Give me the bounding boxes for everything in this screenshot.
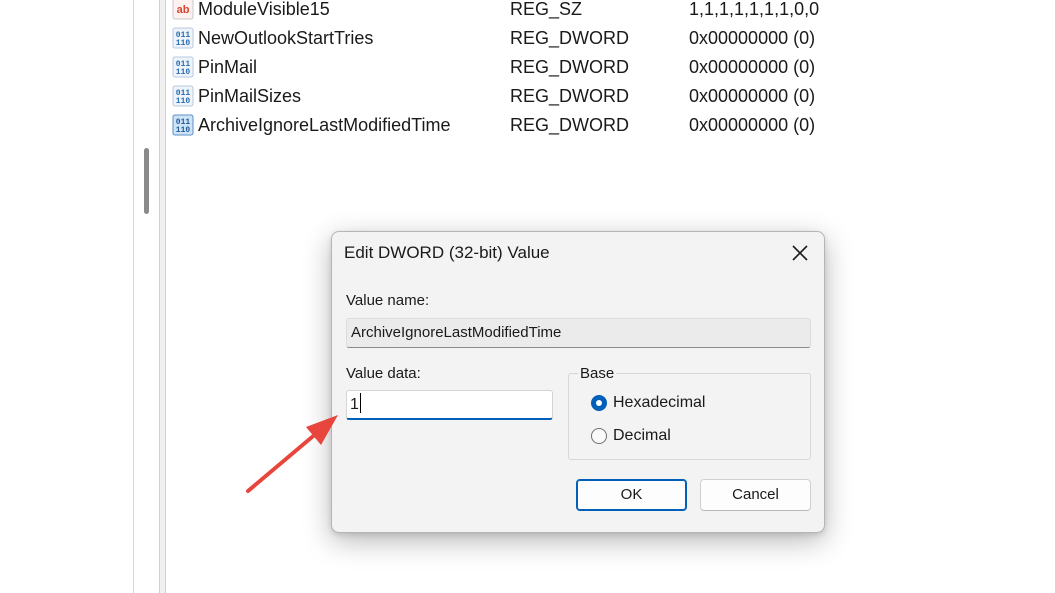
- left-gutter: [0, 0, 133, 593]
- decimal-radio[interactable]: Decimal: [591, 426, 771, 448]
- value-type: REG_DWORD: [510, 28, 630, 48]
- registry-value-row[interactable]: 011 110 PinMail REG_DWORD 0x00000000 (0): [168, 53, 1048, 81]
- value-type: REG_DWORD: [510, 115, 630, 135]
- value-type: REG_DWORD: [510, 86, 630, 106]
- registry-value-row[interactable]: 011 110 NewOutlookStartTries REG_DWORD 0…: [168, 24, 1048, 52]
- hexadecimal-radio[interactable]: Hexadecimal: [591, 393, 771, 415]
- binary-value-icon: 011 110: [172, 27, 194, 49]
- cancel-button[interactable]: Cancel: [700, 479, 811, 511]
- registry-value-row-selected[interactable]: 011 110 ArchiveIgnoreLastModifiedTime RE…: [168, 111, 1048, 139]
- close-icon[interactable]: [788, 241, 812, 265]
- tree-scrollbar-thumb[interactable]: [144, 148, 149, 214]
- decimal-label: Decimal: [613, 427, 671, 444]
- value-name-field: ArchiveIgnoreLastModifiedTime: [346, 318, 811, 348]
- value-data: 1,1,1,1,1,1,1,0,0: [689, 0, 820, 19]
- edit-dword-dialog: Edit DWORD (32-bit) Value Value name: Ar…: [331, 231, 825, 533]
- value-data: 0x00000000 (0): [689, 57, 816, 77]
- registry-value-row[interactable]: ab ModuleVisible15 REG_SZ 1,1,1,1,1,1,1,…: [168, 0, 1048, 23]
- value-name-label: Value name:: [346, 292, 430, 309]
- value-data-input[interactable]: 1: [346, 390, 553, 420]
- value-data: 0x00000000 (0): [689, 86, 816, 106]
- hexadecimal-label: Hexadecimal: [613, 394, 706, 411]
- string-value-icon: ab: [172, 0, 194, 20]
- binary-value-icon: 011 110: [172, 56, 194, 78]
- value-type: REG_DWORD: [510, 57, 630, 77]
- text-caret: [359, 393, 361, 413]
- svg-text:110: 110: [176, 126, 191, 135]
- value-data: 0x00000000 (0): [689, 115, 816, 135]
- value-name: ModuleVisible15: [198, 0, 330, 19]
- value-name: NewOutlookStartTries: [198, 28, 374, 48]
- pane-splitter[interactable]: [159, 0, 166, 593]
- value-name: PinMailSizes: [198, 86, 302, 106]
- value-data: 0x00000000 (0): [689, 28, 816, 48]
- value-data-label: Value data:: [346, 365, 421, 382]
- value-name: ArchiveIgnoreLastModifiedTime: [198, 115, 451, 135]
- svg-text:110: 110: [176, 39, 191, 48]
- dialog-title: Edit DWORD (32-bit) Value: [344, 243, 550, 262]
- ok-button[interactable]: OK: [576, 479, 687, 511]
- value-type: REG_SZ: [510, 0, 583, 19]
- radio-checked-icon: [591, 395, 607, 411]
- key-tree-pane: [133, 0, 160, 593]
- value-data-text: 1: [350, 396, 359, 413]
- binary-value-icon: 011 110: [172, 114, 194, 136]
- base-label: Base: [578, 365, 617, 383]
- svg-text:ab: ab: [177, 4, 190, 16]
- radio-unchecked-icon: [591, 428, 607, 444]
- svg-text:110: 110: [176, 68, 191, 77]
- svg-text:110: 110: [176, 97, 191, 106]
- value-name: PinMail: [198, 57, 258, 77]
- registry-value-row[interactable]: 011 110 PinMailSizes REG_DWORD 0x0000000…: [168, 82, 1048, 110]
- binary-value-icon: 011 110: [172, 85, 194, 107]
